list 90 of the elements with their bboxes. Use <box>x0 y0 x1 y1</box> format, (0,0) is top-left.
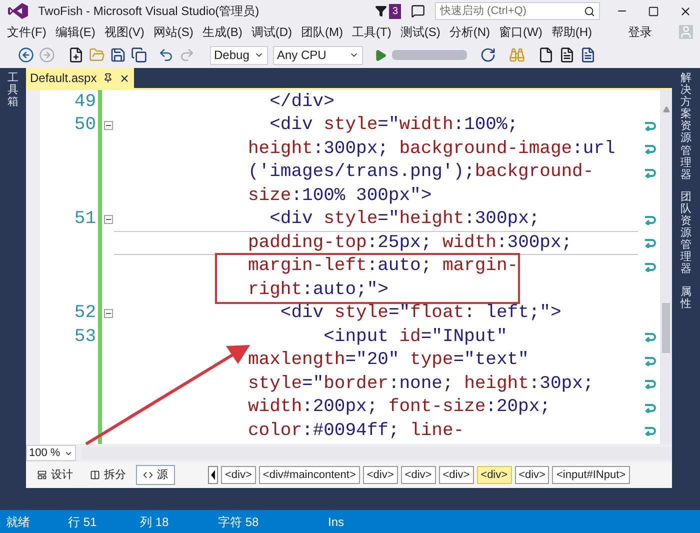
feedback-icon[interactable] <box>411 4 425 18</box>
menu-item[interactable]: 文件(F) <box>7 23 46 41</box>
back-icon[interactable] <box>18 47 34 63</box>
code-text: <div style="height:300px; <box>268 210 540 228</box>
breadcrumb-tag[interactable]: <input#INput> <box>552 466 630 484</box>
line-number: 51 <box>74 210 96 228</box>
line-number: 50 <box>74 116 96 134</box>
breadcrumb-tag[interactable]: <div> <box>476 466 512 484</box>
code-text: margin-left:auto; margin- <box>248 257 518 276</box>
breadcrumb-tag[interactable]: <div> <box>362 466 398 484</box>
code-text: <input id="INput" <box>322 328 508 346</box>
refresh-icon[interactable] <box>480 47 496 63</box>
view-mode-tab[interactable]: 拆分 <box>83 465 133 485</box>
horizontal-scrollbar[interactable] <box>82 446 672 460</box>
quick-launch-field[interactable]: 快速启动 (Ctrl+Q) <box>435 2 600 20</box>
code-text: maxlength="20" type="text" <box>248 351 529 370</box>
menu-item[interactable]: 分析(N) <box>449 23 490 41</box>
menu-item[interactable]: 视图(V) <box>104 23 144 41</box>
collapse-icon[interactable] <box>104 214 112 224</box>
run-icon[interactable] <box>374 48 387 62</box>
maximize-icon[interactable] <box>648 6 659 16</box>
save-all-icon[interactable] <box>131 47 147 63</box>
code-icon <box>143 470 153 480</box>
document-tab[interactable]: Default.aspx <box>26 68 134 88</box>
menu-item[interactable]: 团队(M) <box>301 23 343 41</box>
line-number: 49 <box>74 92 96 111</box>
view-mode-tab[interactable]: 源 <box>136 465 175 485</box>
line-number: 52 <box>74 304 96 322</box>
scroll-left-icon[interactable] <box>208 466 218 484</box>
panel-tab-label[interactable]: 解决方案资源管理器 <box>680 72 692 181</box>
code-text: style="border:none; height:30px; <box>248 374 594 393</box>
save-icon[interactable] <box>110 47 126 63</box>
line-indicator: 行 51 <box>68 514 98 530</box>
pin-icon[interactable] <box>102 73 113 83</box>
notification-badge[interactable]: 3 <box>389 4 401 18</box>
search-icon[interactable] <box>584 6 595 16</box>
breadcrumb-tag[interactable]: <div> <box>438 466 474 484</box>
document-icon[interactable] <box>559 47 575 63</box>
breadcrumb-tag[interactable]: <div> <box>514 466 550 484</box>
breadcrumb-tag[interactable]: <div#maincontent> <box>258 466 360 484</box>
panel-tab-label[interactable]: 工具箱 <box>8 72 18 510</box>
code-text: right:auto;"> <box>248 280 388 299</box>
panel-tab-label[interactable]: 团队资源管理器 <box>680 190 692 276</box>
menu-item[interactable]: 工具(T) <box>352 23 392 41</box>
view-mode-tab[interactable]: 设计 <box>30 465 80 485</box>
window-title: TwoFish - Microsoft Visual Studio(管理员) <box>38 3 260 20</box>
menu-item[interactable]: 网站(S) <box>153 23 194 41</box>
vertical-scrollbar[interactable] <box>660 90 672 444</box>
breadcrumb-tag[interactable]: <div> <box>221 466 256 484</box>
menu-item[interactable]: 调试(D) <box>251 23 292 41</box>
character-indicator: 字符 58 <box>218 514 260 530</box>
new-file-icon[interactable] <box>68 47 84 63</box>
zoom-dropdown[interactable]: 100 % <box>26 445 76 461</box>
menu-item[interactable]: 测试(S) <box>400 23 440 41</box>
code-text: </div> <box>268 92 334 111</box>
platform-dropdown[interactable]: Any CPU <box>273 46 363 64</box>
split-icon <box>90 470 100 480</box>
close-icon[interactable] <box>679 4 692 18</box>
file-icon[interactable] <box>538 47 554 63</box>
menu-item[interactable]: 编辑(E) <box>55 23 96 41</box>
code-text: <div style="float: left;"> <box>279 304 562 322</box>
app-logo-icon <box>8 3 28 19</box>
menu-item[interactable]: 帮助(H) <box>551 23 592 41</box>
code-text: padding-top:25px; width:300px; <box>248 234 572 252</box>
code-text: size:100% 300px"> <box>248 186 432 205</box>
close-icon[interactable] <box>118 72 130 84</box>
menu-item[interactable]: 生成(B) <box>202 23 242 41</box>
code-text: color:#0094ff; line- <box>248 422 464 440</box>
menu-item[interactable]: 窗口(W) <box>499 23 542 41</box>
code-text: <div style="width:100%; <box>268 116 518 134</box>
collapse-icon[interactable] <box>104 120 112 130</box>
code-text: height:300px; background-image:url <box>248 140 616 158</box>
insert-mode-indicator: Ins <box>328 514 344 530</box>
toolbox-panel-tab[interactable]: 工具箱 <box>0 68 26 510</box>
panel-tab-label[interactable]: 属性 <box>680 286 692 310</box>
collapse-icon[interactable] <box>104 308 112 318</box>
design-icon <box>37 470 47 480</box>
document-icon[interactable] <box>580 47 596 63</box>
line-number: 53 <box>74 328 96 346</box>
configuration-dropdown[interactable]: Debug <box>210 46 268 64</box>
code-text: width:200px; font-size:20px; <box>248 398 550 416</box>
breadcrumb-tag[interactable]: <div> <box>400 466 436 484</box>
status-text: 就绪 <box>6 514 31 530</box>
scrollbar-thumb[interactable] <box>662 303 670 353</box>
column-indicator: 列 18 <box>140 514 170 530</box>
filter-icon[interactable] <box>375 5 388 17</box>
undo-icon[interactable] <box>158 47 174 63</box>
code-text: ('images/trans.png');background- <box>248 163 594 182</box>
sign-in-link[interactable]: 登录 <box>628 23 652 41</box>
code-editor[interactable] <box>26 88 672 444</box>
